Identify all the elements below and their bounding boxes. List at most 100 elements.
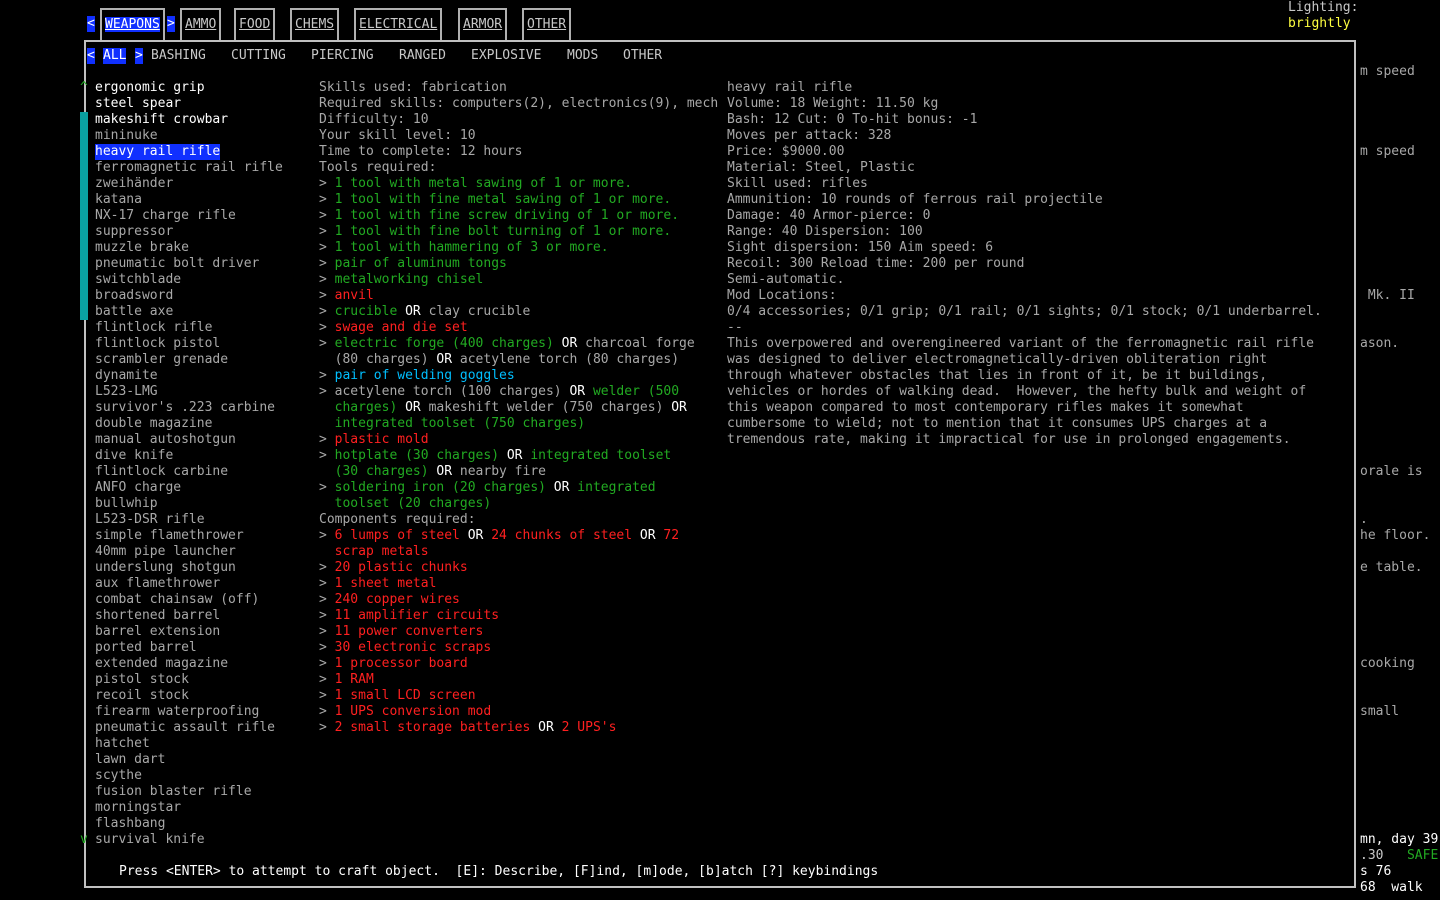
tab-weapons[interactable]: WEAPONS (100, 8, 165, 40)
recipe-list-item[interactable]: barrel extension (95, 624, 220, 640)
recipe-list-item[interactable]: lawn dart (95, 752, 165, 768)
requirement-text: OR (459, 528, 492, 543)
requirement-text: crucible (334, 304, 398, 319)
recipe-list-item[interactable]: recoil stock (95, 688, 189, 704)
requirement-text: Skills used: fabrication (319, 80, 507, 95)
scroll-up-icon[interactable]: ^ (80, 80, 88, 96)
scrollbar[interactable] (80, 112, 88, 320)
scroll-down-icon[interactable]: v (80, 832, 88, 848)
requirement-line: > hotplate (30 charges) OR integrated to… (319, 448, 671, 464)
recipe-list-item[interactable]: fusion blaster rifle (95, 784, 252, 800)
recipe-list-item[interactable]: flintlock pistol (95, 336, 220, 352)
subtab-bashing[interactable]: BASHING (151, 48, 206, 64)
item-info-line: Price: $9000.00 (727, 144, 845, 159)
requirement-text: > (319, 688, 335, 703)
recipe-list-item[interactable]: heavy rail rifle (95, 144, 221, 160)
recipe-list-item[interactable]: ergonomic grip (95, 80, 205, 96)
recipe-list-item[interactable]: battle axe (95, 304, 173, 320)
requirement-text: electric forge (400 charges) (334, 336, 554, 351)
recipe-list-item[interactable]: survival knife (95, 832, 205, 848)
recipe-list-item[interactable]: underslung shotgun (95, 560, 236, 576)
requirement-text: 11 amplifier circuits (334, 608, 500, 623)
recipe-list-item[interactable]: ANFO charge (95, 480, 181, 496)
recipe-list-item[interactable]: manual autoshotgun (95, 432, 236, 448)
recipe-list-item[interactable]: dive knife (95, 448, 173, 464)
tab-chems[interactable]: CHEMS (290, 8, 340, 40)
recipe-list-item[interactable]: steel spear (95, 96, 181, 112)
requirement-text: 1 UPS conversion mod (334, 704, 492, 719)
recipe-list-item[interactable]: simple flamethrower (95, 528, 244, 544)
requirement-text: > (319, 608, 335, 623)
requirement-text: acetylene torch (100 charges) (334, 384, 562, 399)
recipe-list-item[interactable]: flashbang (95, 816, 165, 832)
recipe-list-item[interactable]: ferromagnetic rail rifle (95, 160, 283, 176)
requirement-line: > 11 amplifier circuits (319, 608, 499, 624)
recipe-list-item[interactable]: survivor's .223 carbine (95, 400, 275, 416)
recipe-list-item[interactable]: pneumatic assault rifle (95, 720, 275, 736)
item-info-line: cumbersome to wield; not to mention that… (727, 416, 1268, 431)
requirement-text: OR (397, 304, 429, 319)
recipe-list-item[interactable]: double magazine (95, 416, 212, 432)
recipe-list-item[interactable]: pneumatic bolt driver (95, 256, 259, 272)
tab-next-arrow-icon[interactable]: > (167, 16, 175, 32)
subtab-other[interactable]: OTHER (623, 48, 662, 64)
recipe-list-item[interactable]: flintlock carbine (95, 464, 228, 480)
subtab-cutting[interactable]: CUTTING (231, 48, 286, 64)
recipe-list-item[interactable]: scrambler grenade (95, 352, 228, 368)
recipe-list-item[interactable]: hatchet (95, 736, 150, 752)
requirement-line: > anvil (319, 288, 374, 304)
tab-armor[interactable]: ARMOR (458, 8, 508, 40)
recipe-list-item[interactable]: bullwhip (95, 496, 158, 512)
recipe-list-item[interactable]: combat chainsaw (off) (95, 592, 259, 608)
recipe-list-item[interactable]: suppressor (95, 224, 173, 240)
subtab-mods[interactable]: MODS (567, 48, 598, 64)
recipe-list-item[interactable]: scythe (95, 768, 142, 784)
requirement-line: Skills used: fabrication (319, 80, 507, 96)
recipe-list-item[interactable]: L523-DSR rifle (95, 512, 205, 528)
subtab-prev-arrow-icon[interactable]: < (87, 48, 95, 64)
recipe-list-item[interactable]: switchblade (95, 272, 181, 288)
tab-other[interactable]: OTHER (522, 8, 572, 40)
recipe-list-item[interactable]: muzzle brake (95, 240, 189, 256)
recipe-list-item[interactable]: L523-LMG (95, 384, 158, 400)
subtab-piercing[interactable]: PIERCING (311, 48, 374, 64)
requirement-text (319, 416, 335, 431)
recipe-list-item[interactable]: makeshift crowbar (95, 112, 228, 128)
recipe-list-item[interactable]: mininuke (95, 128, 158, 144)
recipe-list-item[interactable]: NX-17 charge rifle (95, 208, 236, 224)
tab-prev-arrow-icon[interactable]: < (87, 16, 95, 32)
recipe-list-item[interactable]: 40mm pipe launcher (95, 544, 236, 560)
requirement-text: > (319, 224, 335, 239)
recipe-list-item[interactable]: flintlock rifle (95, 320, 212, 336)
subtab-ranged[interactable]: RANGED (399, 48, 446, 64)
tab-electrical[interactable]: ELECTRICAL (354, 8, 443, 40)
subtab-all[interactable]: ALL (103, 48, 127, 64)
requirement-text: OR (499, 448, 531, 463)
tab-food[interactable]: FOOD (234, 8, 276, 40)
recipe-list-item[interactable]: dynamite (95, 368, 158, 384)
recipe-list-item[interactable]: morningstar (95, 800, 181, 816)
subtab-next-arrow-icon[interactable]: > (135, 48, 143, 64)
background-log-line: m speed (1360, 64, 1415, 79)
subtab-explosive[interactable]: EXPLOSIVE (471, 48, 541, 64)
item-info-line: was designed to deliver electromagnetica… (727, 352, 1268, 367)
requirement-text: clay crucible (428, 304, 531, 319)
requirement-text: soldering iron (20 charges) (334, 480, 546, 495)
requirement-text: 6 lumps of steel (334, 528, 460, 543)
requirement-text: Components required: (319, 512, 476, 527)
recipe-list-item[interactable]: zweihänder (95, 176, 173, 192)
requirement-text: (30 charges) (334, 464, 429, 479)
requirement-text: 2 small storage batteries (334, 720, 531, 735)
recipe-list-item[interactable]: extended magazine (95, 656, 228, 672)
background-status: .30 SAFE (1360, 848, 1438, 864)
recipe-list-item[interactable]: ported barrel (95, 640, 197, 656)
tab-label: WEAPONS (105, 17, 160, 32)
recipe-list-item[interactable]: shortened barrel (95, 608, 220, 624)
recipe-list-item[interactable]: broadsword (95, 288, 173, 304)
recipe-list-item[interactable]: pistol stock (95, 672, 189, 688)
background-log-line: m speed (1360, 144, 1415, 159)
tab-ammo[interactable]: AMMO (180, 8, 222, 40)
recipe-list-item[interactable]: katana (95, 192, 142, 208)
recipe-list-item[interactable]: aux flamethrower (95, 576, 220, 592)
recipe-list-item[interactable]: firearm waterproofing (95, 704, 259, 720)
